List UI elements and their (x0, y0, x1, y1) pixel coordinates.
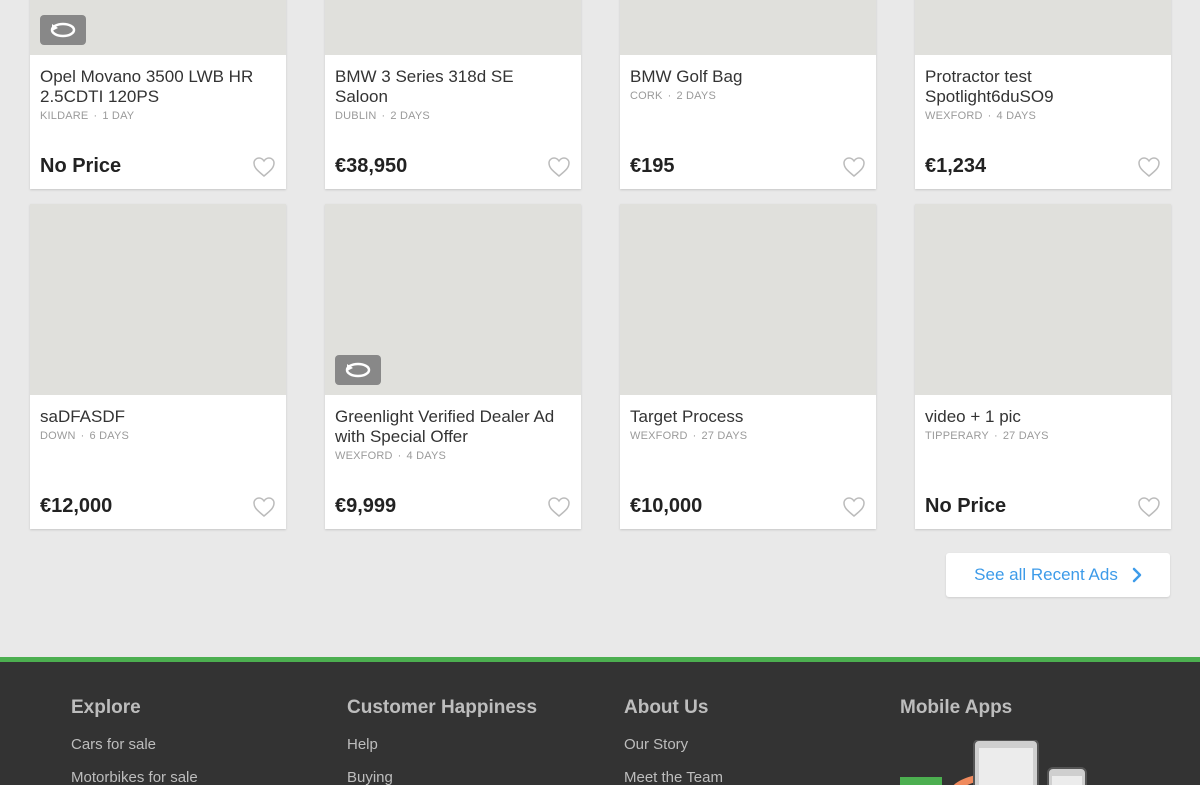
listing-image (325, 204, 581, 395)
footer-customer-column: Customer Happiness Help Buying (347, 697, 537, 785)
listing-title: Protractor test Spotlight6duSO9 (925, 67, 1054, 106)
listing-location: WEXFORD (630, 430, 688, 442)
listing-card[interactable]: Target Process WEXFORD · 27 DAYS €10,000 (620, 204, 876, 529)
listing-card[interactable]: video + 1 pic TIPPERARY · 27 DAYS No Price (915, 204, 1171, 529)
listing-meta: DUBLIN · 2 DAYS (335, 110, 430, 122)
listing-price: €1,234 (925, 155, 987, 177)
heart-icon[interactable] (547, 496, 571, 518)
listing-image (620, 0, 876, 55)
see-all-recent-ads-button[interactable]: See all Recent Ads (946, 553, 1170, 597)
listing-meta: TIPPERARY · 27 DAYS (925, 430, 1049, 442)
listing-title: Greenlight Verified Dealer Ad with Speci… (335, 407, 555, 446)
listing-meta: WEXFORD · 27 DAYS (630, 430, 748, 442)
listing-price: €195 (630, 155, 675, 177)
listing-meta: KILDARE · 1 DAY (40, 110, 135, 122)
footer-link[interactable]: Meet the Team (624, 769, 723, 785)
footer-heading: Customer Happiness (347, 697, 538, 718)
listing-card[interactable]: saDFASDF DOWN · 6 DAYS €12,000 (30, 204, 286, 529)
listing-title: video + 1 pic (925, 407, 1021, 426)
listing-age: 4 DAYS (406, 450, 447, 462)
listing-location: WEXFORD (335, 450, 393, 462)
heart-icon[interactable] (547, 156, 571, 178)
listing-age: 2 DAYS (390, 110, 430, 122)
listing-location: KILDARE (40, 110, 89, 122)
footer-heading: Explore (71, 697, 141, 718)
footer-link[interactable]: Our Story (624, 736, 723, 753)
listing-meta: WEXFORD · 4 DAYS (925, 110, 1037, 122)
listing-age: 6 DAYS (89, 430, 130, 442)
listing-price: No Price (40, 155, 122, 177)
footer-heading: Mobile Apps (900, 697, 1013, 718)
listing-grid-row-1: Opel Movano 3500 LWB HR 2.5CDTI 120PS KI… (30, 0, 1171, 189)
listing-location: CORK (630, 90, 663, 102)
listing-price: €12,000 (40, 495, 113, 517)
listing-location: DUBLIN (335, 110, 377, 122)
listing-age: 27 DAYS (701, 430, 748, 442)
listing-title: Opel Movano 3500 LWB HR 2.5CDTI 120PS (40, 67, 254, 106)
heart-icon[interactable] (1137, 496, 1161, 518)
listing-card[interactable]: Opel Movano 3500 LWB HR 2.5CDTI 120PS KI… (30, 0, 286, 189)
listing-location: DOWN (40, 430, 76, 442)
swap-icon (335, 355, 381, 385)
heart-icon[interactable] (1137, 156, 1161, 178)
listing-image (30, 204, 286, 395)
footer-about-column: About Us Our Story Meet the Team (624, 697, 723, 785)
footer-link[interactable]: Cars for sale (71, 736, 198, 753)
listing-price: No Price (925, 495, 1007, 517)
listing-card[interactable]: Protractor test Spotlight6duSO9 WEXFORD ·… (915, 0, 1171, 189)
see-all-label: See all Recent Ads (974, 565, 1118, 584)
listing-age: 2 DAYS (676, 90, 716, 102)
swap-icon (40, 15, 86, 45)
footer-link[interactable]: Motorbikes for sale (71, 769, 198, 785)
listing-image (915, 204, 1171, 395)
site-footer: Explore Cars for sale Motorbikes for sal… (0, 657, 1200, 785)
footer-heading: About Us (624, 697, 709, 718)
listing-location: TIPPERARY (925, 430, 989, 442)
listing-image (915, 0, 1171, 55)
listing-price: €38,950 (335, 155, 408, 177)
listing-meta: WEXFORD · 4 DAYS (335, 450, 447, 462)
heart-icon[interactable] (252, 156, 276, 178)
listing-title: saDFASDF (40, 407, 126, 426)
listing-price: €9,999 (335, 495, 397, 517)
listing-meta: DOWN · 6 DAYS (40, 430, 130, 442)
listing-meta: CORK · 2 DAYS (630, 90, 716, 102)
chevron-right-icon (1132, 567, 1142, 583)
listing-image (620, 204, 876, 395)
footer-link[interactable]: Help (347, 736, 537, 753)
listing-age: 27 DAYS (1002, 430, 1049, 442)
listing-image (325, 0, 581, 55)
footer-mobile-column: Mobile Apps (900, 697, 1012, 719)
mobile-apps-illustration (900, 740, 1087, 785)
listing-card[interactable]: BMW 3 Series 318d SE Saloon DUBLIN · 2 DAY… (325, 0, 581, 189)
listing-title: BMW Golf Bag (630, 67, 743, 86)
listing-card[interactable]: BMW Golf Bag CORK · 2 DAYS €195 (620, 0, 876, 189)
footer-explore-column: Explore Cars for sale Motorbikes for sal… (71, 697, 198, 785)
listing-image (30, 0, 286, 55)
heart-icon[interactable] (252, 496, 276, 518)
heart-icon[interactable] (842, 496, 866, 518)
footer-link[interactable]: Buying (347, 769, 537, 785)
listing-title: Target Process (630, 407, 744, 426)
listing-price: €10,000 (630, 495, 703, 517)
listing-title: BMW 3 Series 318d SE Saloon (335, 67, 514, 106)
listing-age: 1 DAY (102, 110, 135, 122)
heart-icon[interactable] (842, 156, 866, 178)
listing-card[interactable]: Greenlight Verified Dealer Ad with Speci… (325, 204, 581, 529)
listing-age: 4 DAYS (996, 110, 1037, 122)
listing-location: WEXFORD (925, 110, 983, 122)
listing-grid-row-2: saDFASDF DOWN · 6 DAYS €12,000 Greenlight … (30, 204, 1171, 529)
